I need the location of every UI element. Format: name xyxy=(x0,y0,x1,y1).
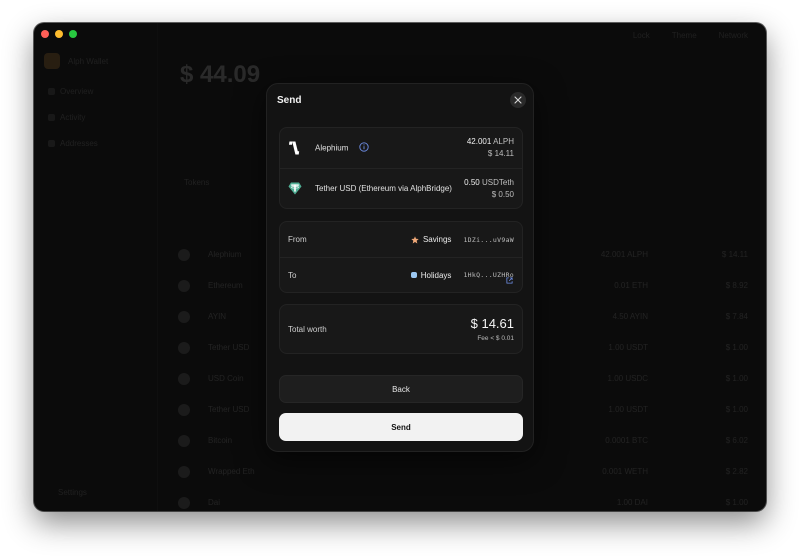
asset-fiat-value: $ 0.50 xyxy=(491,189,514,199)
asset-values: 0.50 USDTeth $ 0.50 xyxy=(464,177,514,201)
token-amount: 1.00 USDC xyxy=(607,374,648,383)
window-controls xyxy=(41,30,77,38)
total-balance: $ 44.09 xyxy=(180,61,261,88)
top-bar-item: Lock xyxy=(632,31,650,40)
from-label: From xyxy=(288,235,307,244)
top-bar: Lock Theme Network xyxy=(633,31,748,40)
asset-name: Tether USD (Ethereum via AlphBridge) xyxy=(315,183,452,193)
sidebar-item-overview: Overview xyxy=(48,87,98,96)
from-address-name: Savings xyxy=(422,235,452,244)
token-icon xyxy=(178,372,190,385)
modal-title: Send xyxy=(277,95,302,106)
to-label: To xyxy=(288,270,297,280)
token-amount: 0.01 ETH xyxy=(614,281,648,290)
token-amount: 1.00 DAI xyxy=(616,498,648,507)
token-value: $ 14.11 xyxy=(721,250,748,259)
info-icon[interactable] xyxy=(358,141,369,155)
asset-values: 42.001 ALPH $ 14.11 xyxy=(467,136,514,160)
token-value: $ 2.82 xyxy=(725,467,748,476)
from-address-hash[interactable]: 1DZi...uV9aW xyxy=(463,236,514,244)
total-amount: $ 14.61 xyxy=(470,316,514,331)
token-amount: 4.50 AYIN xyxy=(612,312,648,321)
token-value: $ 1.00 xyxy=(725,498,748,507)
sidebar-nav: Overview Activity Addresses xyxy=(48,87,98,148)
asset-row-alephium: Alephium 42.001 ALPH $ 14.11 xyxy=(280,128,522,168)
fee-text: Fee < $ 0.01 xyxy=(477,335,514,342)
app-window: Alph Wallet Overview Activity Addresses … xyxy=(34,23,766,511)
token-row: Wrapped Eth 0.001 WETH $ 2.82 xyxy=(178,456,748,487)
alephium-logo-icon xyxy=(288,141,302,155)
asset-unit: USDTeth xyxy=(481,177,514,187)
token-value: $ 7.84 xyxy=(725,312,748,321)
minimize-window-button[interactable] xyxy=(55,30,63,38)
token-icon xyxy=(178,279,190,292)
back-button[interactable]: Back xyxy=(279,375,523,403)
asset-fiat-value: $ 14.11 xyxy=(487,149,514,158)
star-icon xyxy=(411,235,419,243)
assets-card: Alephium 42.001 ALPH $ 14.11 Tether USD … xyxy=(279,127,523,209)
to-address-name: Holidays xyxy=(420,270,452,280)
total-card: Total worth $ 14.61 Fee < $ 0.01 xyxy=(279,304,523,354)
wallet-logo xyxy=(44,53,60,69)
total-label: Total worth xyxy=(288,324,327,334)
address-color-icon xyxy=(410,272,417,278)
tether-logo-icon xyxy=(288,182,302,196)
send-modal: Send Alephium 42.001 ALPH $ 14.11 Tether… xyxy=(266,83,534,452)
token-icon xyxy=(178,403,190,416)
from-row: From Savings 1DZi...uV9aW xyxy=(280,222,522,257)
tab-tokens: Tokens xyxy=(184,178,210,187)
sidebar: Alph Wallet Overview Activity Addresses … xyxy=(34,23,158,511)
token-icon xyxy=(178,248,190,261)
wallet-switcher: Alph Wallet xyxy=(44,53,108,69)
asset-unit: ALPH xyxy=(493,137,514,146)
token-row: Dai 1.00 DAI $ 1.00 xyxy=(178,487,748,511)
close-icon xyxy=(514,96,522,104)
close-modal-button[interactable] xyxy=(510,92,526,108)
token-icon xyxy=(178,310,190,323)
send-button[interactable]: Send xyxy=(279,413,523,441)
asset-row-tether: Tether USD (Ethereum via AlphBridge) 0.5… xyxy=(280,168,522,208)
sidebar-item-addresses: Addresses xyxy=(48,139,98,148)
asset-amount: 42.001 xyxy=(466,137,492,146)
close-window-button[interactable] xyxy=(41,30,49,38)
token-amount: 0.0001 BTC xyxy=(605,436,648,445)
top-bar-item: Network xyxy=(718,31,748,40)
token-icon xyxy=(178,465,190,478)
asset-name: Alephium xyxy=(315,143,349,153)
sidebar-item-settings: Settings xyxy=(58,488,87,497)
token-icon xyxy=(178,496,190,509)
to-row: To Holidays 1HkQ...UZHRo xyxy=(280,257,522,292)
token-value: $ 1.00 xyxy=(725,405,748,414)
token-value: $ 1.00 xyxy=(725,374,748,383)
top-bar-item: Theme xyxy=(671,31,697,40)
token-amount: 42.001 ALPH xyxy=(600,250,648,259)
token-icon xyxy=(178,434,190,447)
token-amount: 1.00 USDT xyxy=(608,343,648,352)
zoom-window-button[interactable] xyxy=(69,30,77,38)
token-name: Dai xyxy=(208,498,221,507)
token-amount: 0.001 WETH xyxy=(602,467,648,476)
external-link-icon[interactable] xyxy=(506,271,513,289)
addresses-card: From Savings 1DZi...uV9aW To Holidays 1H… xyxy=(279,221,523,293)
token-name: Wrapped Eth xyxy=(208,467,255,476)
sidebar-item-activity: Activity xyxy=(48,113,98,122)
token-value: $ 1.00 xyxy=(725,343,748,352)
asset-amount: 0.50 xyxy=(464,177,480,187)
token-value: $ 6.02 xyxy=(725,436,748,445)
token-icon xyxy=(178,341,190,354)
token-amount: 1.00 USDT xyxy=(608,405,648,414)
token-value: $ 8.92 xyxy=(725,281,748,290)
wallet-name: Alph Wallet xyxy=(68,56,109,66)
